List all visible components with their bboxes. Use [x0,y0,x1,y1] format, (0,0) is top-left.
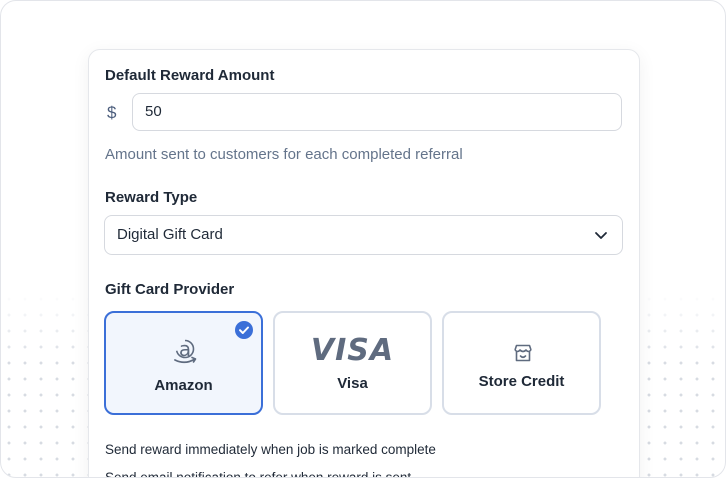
amazon-icon: a [174,337,197,364]
provider-amazon-label: Amazon [154,377,213,394]
provider-option-visa[interactable]: VISA Visa [273,311,432,415]
reward-settings-card: Default Reward Amount $ 50 Amount sent t… [88,49,640,477]
reward-type-label: Reward Type [105,189,198,206]
provider-visa-label: Visa [337,375,368,392]
app-frame: Default Reward Amount $ 50 Amount sent t… [0,0,726,478]
visa-logo: VISA [310,333,395,368]
reward-amount-hint: Amount sent to customers for each comple… [105,146,463,163]
provider-option-store-credit[interactable]: Store Credit [442,311,601,415]
provider-label: Gift Card Provider [105,281,235,298]
send-immediately-setting[interactable]: Send reward immediately when job is mark… [105,442,436,457]
email-notification-setting[interactable]: Send email notification to refer when re… [105,470,411,477]
provider-store-credit-label: Store Credit [478,373,565,390]
currency-symbol: $ [107,103,117,122]
provider-option-amazon[interactable]: a Amazon [104,311,263,415]
store-icon [514,344,532,362]
chevron-down-icon [595,232,607,239]
selected-check-icon [235,321,253,339]
reward-amount-input[interactable]: 50 [132,93,622,131]
reward-amount-label: Default Reward Amount [105,67,275,84]
reward-type-select[interactable]: Digital Gift Card [104,215,623,255]
reward-type-value: Digital Gift Card [117,226,223,243]
